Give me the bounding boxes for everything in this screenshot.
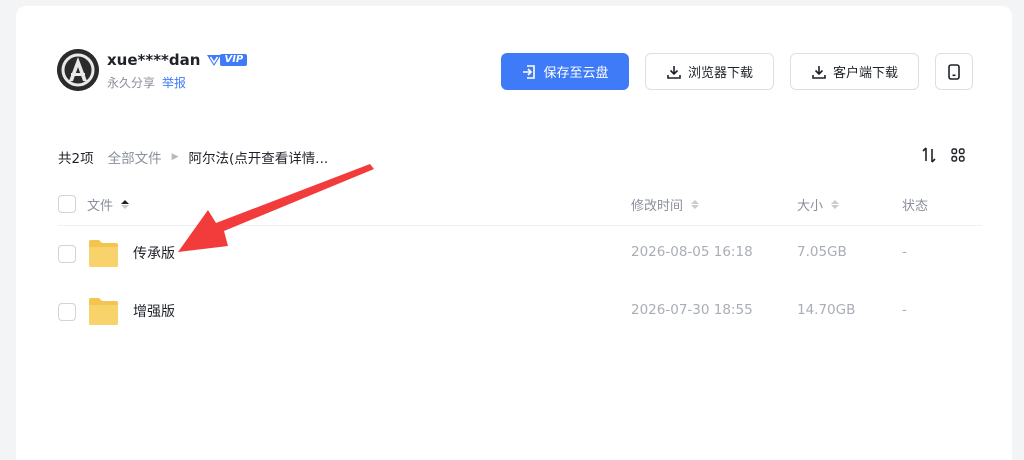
arrow-annotation bbox=[178, 164, 374, 252]
file-status: - bbox=[902, 302, 907, 318]
browser-download-button[interactable]: 浏览器下载 bbox=[645, 53, 774, 90]
download-icon bbox=[667, 65, 681, 79]
browser-download-label: 浏览器下载 bbox=[687, 66, 753, 81]
folder-icon bbox=[89, 240, 118, 267]
vip-label: VIP bbox=[220, 54, 248, 66]
report-link[interactable]: 举报 bbox=[162, 74, 186, 91]
grid-icon[interactable] bbox=[951, 148, 965, 162]
folder-icon bbox=[89, 298, 118, 325]
avatar[interactable] bbox=[57, 49, 99, 91]
breadcrumb-root[interactable]: 全部文件 bbox=[108, 147, 162, 167]
sort-icon bbox=[121, 200, 130, 209]
select-all-checkbox[interactable] bbox=[58, 195, 76, 213]
client-download-label: 客户端下载 bbox=[832, 66, 898, 81]
file-name[interactable]: 增强版 bbox=[133, 301, 175, 321]
mobile-icon bbox=[948, 63, 960, 80]
file-size: 14.70GB bbox=[797, 302, 856, 318]
vip-badge: VIP bbox=[206, 54, 248, 67]
save-icon bbox=[523, 64, 536, 79]
table-row[interactable]: 增强版 2026-07-30 18:55 14.70GB - bbox=[0, 283, 1024, 341]
client-download-button[interactable]: 客户端下载 bbox=[790, 53, 919, 90]
share-meta: 永久分享 举报 bbox=[107, 74, 186, 91]
permanent-share-label: 永久分享 bbox=[107, 76, 156, 90]
file-name[interactable]: 传承版 bbox=[133, 243, 175, 263]
row-checkbox[interactable] bbox=[58, 245, 76, 263]
mobile-view-button[interactable] bbox=[935, 53, 973, 90]
column-name-label: 文件 bbox=[87, 199, 114, 214]
username: xue****dan bbox=[107, 51, 201, 69]
sort-icon bbox=[691, 200, 700, 209]
column-status: 状态 bbox=[902, 195, 928, 214]
column-size[interactable]: 大小 bbox=[797, 195, 840, 214]
column-name[interactable]: 文件 bbox=[87, 195, 130, 214]
download-icon bbox=[812, 65, 826, 79]
column-modified[interactable]: 修改时间 bbox=[631, 195, 700, 214]
file-status: - bbox=[902, 244, 907, 260]
file-size: 7.05GB bbox=[797, 244, 847, 260]
table-row[interactable]: 传承版 2026-08-05 16:18 7.05GB - bbox=[0, 225, 1024, 283]
sort-icon bbox=[831, 200, 840, 209]
column-size-label: 大小 bbox=[797, 199, 824, 214]
sort-icon[interactable] bbox=[921, 146, 937, 164]
item-count: 共2项 bbox=[58, 151, 94, 167]
column-status-label: 状态 bbox=[902, 199, 929, 214]
save-to-cloud-label: 保存至云盘 bbox=[543, 66, 609, 81]
modified-time: 2026-08-05 16:18 bbox=[631, 244, 753, 260]
row-checkbox[interactable] bbox=[58, 303, 76, 321]
share-owner: xue****dan VIP bbox=[107, 51, 248, 69]
modified-time: 2026-07-30 18:55 bbox=[631, 302, 753, 318]
column-modified-label: 修改时间 bbox=[631, 199, 684, 214]
save-to-cloud-button[interactable]: 保存至云盘 bbox=[501, 53, 629, 90]
